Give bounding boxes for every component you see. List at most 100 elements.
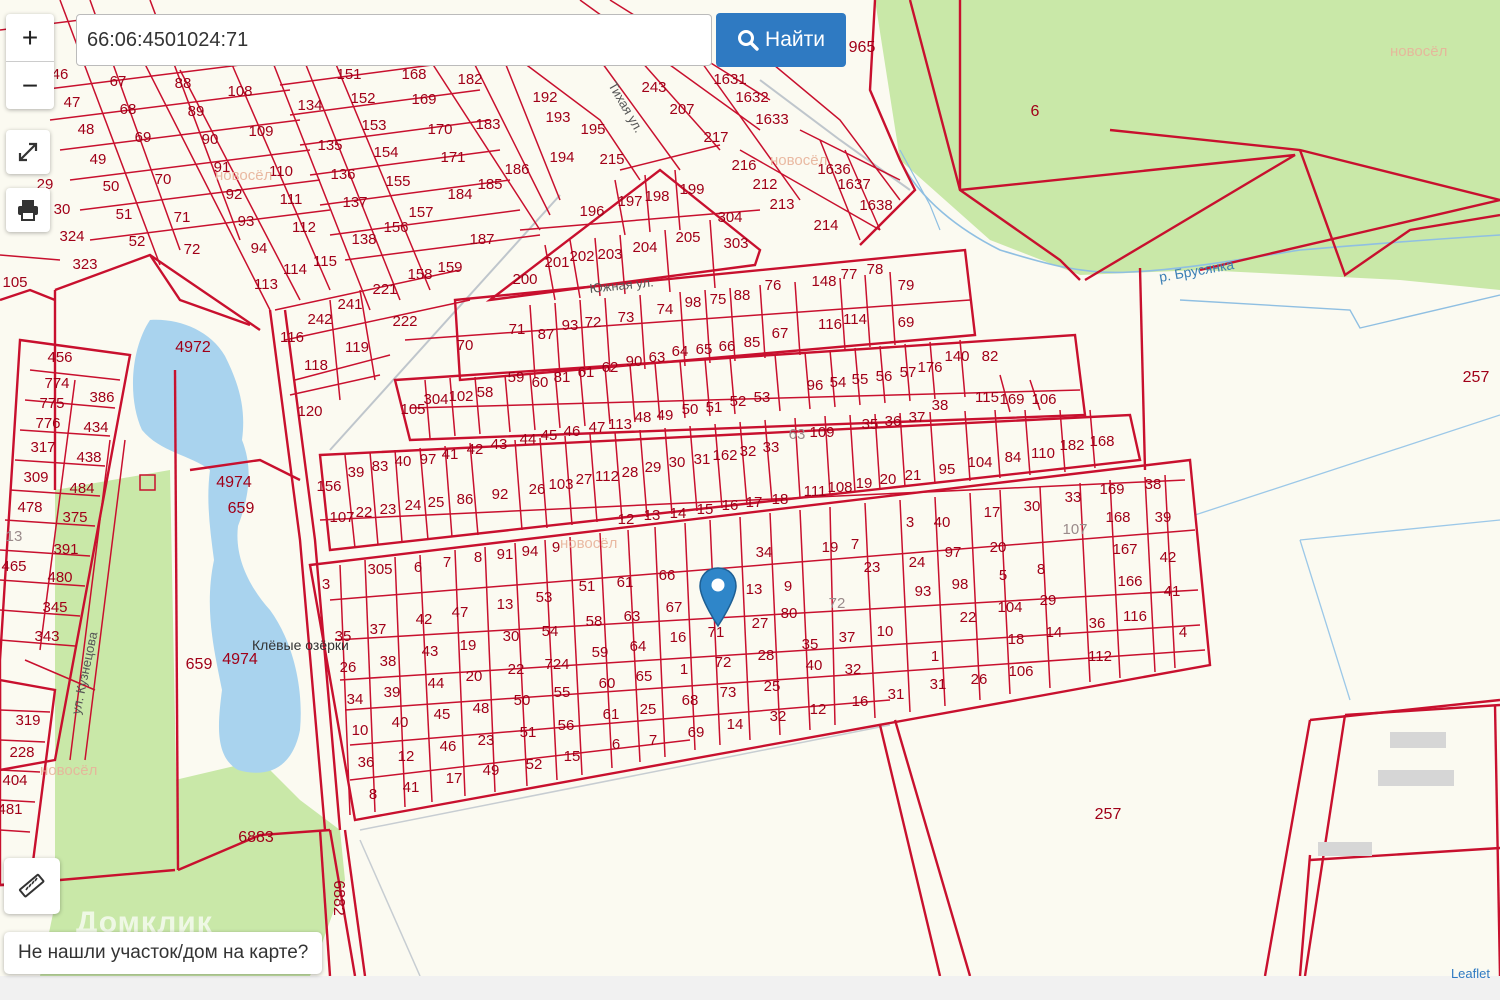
plot-number: 222: [392, 313, 417, 330]
plot-number: 83: [372, 458, 389, 475]
plot-number: 10: [877, 623, 894, 640]
plot-number: 48: [635, 409, 652, 426]
plot-number: 169: [411, 91, 436, 108]
plot-number: 52: [129, 233, 146, 250]
plot-number: 198: [644, 188, 669, 205]
plot-number: 110: [1031, 445, 1055, 462]
parcel-label: 965: [849, 39, 876, 56]
plot-number: 115: [313, 253, 337, 270]
plot-number: 110: [269, 163, 293, 180]
plot-number: 50: [514, 692, 531, 709]
plot-number: 386: [89, 389, 114, 406]
plot-number: 44: [428, 675, 445, 692]
plot-number: 205: [675, 229, 700, 246]
plot-number: 98: [952, 576, 969, 593]
plot-number: 156: [316, 478, 341, 495]
plot-number: 31: [930, 676, 947, 693]
plot-number: 119: [345, 339, 369, 356]
plot-number: 18: [1008, 631, 1025, 648]
fullscreen-button[interactable]: [6, 130, 50, 174]
plot-number: 775: [39, 395, 64, 412]
plot-number: 25: [640, 701, 657, 718]
plot-number: 108: [227, 83, 252, 100]
plot-number: 192: [532, 89, 557, 106]
plot-number: 64: [672, 343, 689, 360]
plot-number: 19: [460, 637, 477, 654]
plot-number: 36: [885, 413, 902, 430]
plot-number: 12: [810, 701, 827, 718]
plot-number: 19: [822, 539, 839, 556]
plot-number: 53: [536, 589, 553, 606]
street-name: Тихая ул.: [605, 79, 646, 135]
plot-number: 176: [917, 359, 942, 376]
plot-number: 77: [841, 266, 858, 283]
plot-number: 776: [35, 415, 60, 432]
plot-number: 203: [597, 246, 622, 263]
plot-number: 167: [1112, 541, 1137, 558]
parcel-label: 63: [789, 426, 806, 443]
plot-number: 39: [348, 464, 365, 481]
plot-number: 66: [659, 567, 676, 584]
plot-number: 23: [864, 559, 881, 576]
plot-number: 90: [202, 131, 219, 148]
plot-number: 113: [608, 416, 632, 433]
plot-number: 93: [238, 213, 255, 230]
plot-number: 481: [0, 801, 23, 818]
plot-number: 156: [383, 219, 408, 236]
plot-number: 93: [915, 583, 932, 600]
plot-number: 93: [562, 317, 579, 334]
zoom-in-button[interactable]: +: [6, 14, 54, 61]
plot-number: 168: [1105, 509, 1130, 526]
plot-number: 148: [811, 273, 836, 290]
plot-number: 375: [62, 509, 87, 526]
plot-number: 69: [898, 314, 915, 331]
plot-number: 105: [2, 274, 27, 291]
plot-number: 324: [59, 228, 84, 245]
parcel-label: 257: [1095, 806, 1122, 823]
plot-number: 61: [578, 364, 595, 381]
plot-number: 72: [585, 314, 602, 331]
plot-number: 91: [497, 546, 514, 563]
plot-number: 197: [617, 193, 642, 210]
plot-number: 39: [1155, 509, 1172, 526]
plot-number: 81: [554, 369, 571, 386]
cadastral-map[interactable]: 67 88 108 151 168 182 47 68 89 134 152 169 192 48 69 90…: [0, 0, 1500, 976]
plot-number: 68: [682, 692, 699, 709]
plot-number: 3: [322, 576, 330, 593]
plot-number: 115: [975, 389, 999, 406]
parcel-label: 4972: [175, 339, 211, 356]
plot-number: 724: [544, 656, 569, 673]
plot-number: 35: [862, 416, 879, 433]
search-input[interactable]: [76, 14, 712, 66]
plot-number: 88: [175, 75, 192, 92]
plot-number: 120: [297, 403, 322, 420]
print-button[interactable]: [6, 188, 50, 232]
attribution-link[interactable]: Leaflet: [1451, 966, 1490, 981]
plot-number: 195: [580, 121, 605, 138]
plot-number: 14: [1046, 624, 1063, 641]
plot-number: 112: [595, 468, 619, 485]
plot-number: 51: [579, 578, 596, 595]
plot-number: 228: [9, 744, 34, 761]
search-button[interactable]: Найти: [716, 13, 846, 67]
plot-number: 215: [599, 151, 624, 168]
plot-number: 317: [30, 439, 55, 456]
plot-number: 48: [78, 121, 95, 138]
plot-number: 33: [763, 439, 780, 456]
plot-number: 70: [155, 171, 172, 188]
not-found-button[interactable]: Не нашли участок/дом на карте?: [4, 932, 323, 974]
plot-number: 456: [47, 349, 72, 366]
ruler-icon: [19, 873, 45, 898]
plot-number: 242: [307, 311, 332, 328]
plot-number: 56: [558, 717, 575, 734]
plot-number: 58: [586, 613, 603, 630]
measure-button[interactable]: [4, 858, 60, 914]
plot-number: 168: [1089, 433, 1114, 450]
plot-number: 199: [679, 181, 704, 198]
plot-number: 16: [852, 693, 869, 710]
zoom-out-button[interactable]: −: [6, 61, 54, 109]
plot-number: 26: [529, 481, 546, 498]
plot-number: 345: [42, 599, 67, 616]
plot-number: 76: [765, 277, 782, 294]
plot-number: 47: [64, 94, 81, 111]
